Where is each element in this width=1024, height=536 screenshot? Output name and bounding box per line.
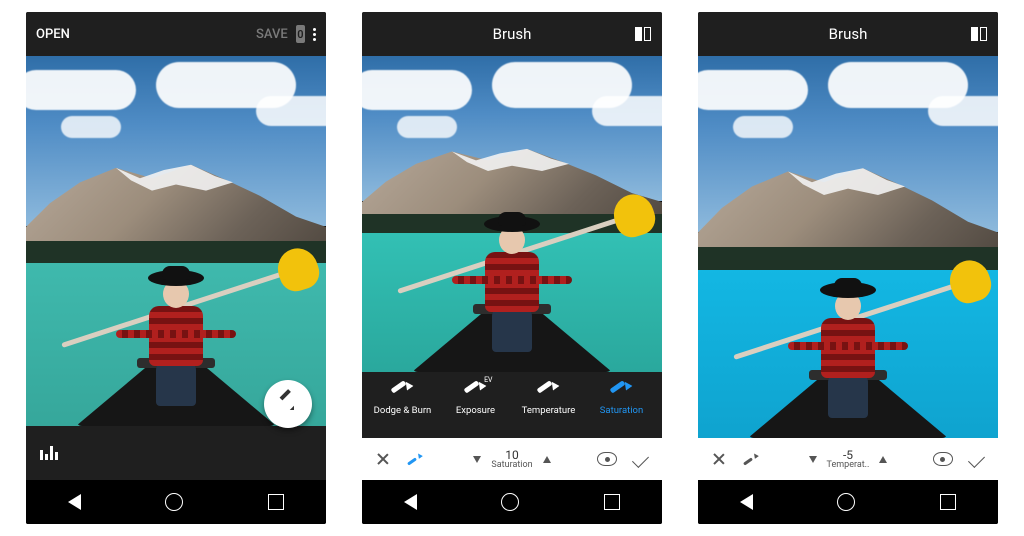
brush-tool-label: Temperature [522,405,576,416]
brush-tool-dodge-burn[interactable]: Dodge & Burn [366,380,439,436]
histogram-icon[interactable] [40,446,58,460]
value-number: 10 [505,449,519,461]
increase-icon[interactable] [879,456,887,463]
brush-tool-label: Dodge & Burn [374,405,432,416]
top-bar: Brush [698,12,998,56]
screen-brush-saturation: Brush Dodge & Burn EV [362,12,662,524]
nav-home-icon[interactable] [165,493,183,511]
nav-home-icon[interactable] [501,493,519,511]
brush-tool-saturation[interactable]: Saturation [585,380,658,436]
top-bar: Brush [362,12,662,56]
screen-brush-temperature: Brush [698,12,998,524]
visibility-icon[interactable] [597,452,617,466]
brush-tool-label: Saturation [600,405,643,416]
android-nav [26,480,326,524]
nav-back-icon[interactable] [68,494,81,510]
apply-icon[interactable] [968,451,985,468]
value-label: Saturation [491,461,532,470]
adjustment-value[interactable]: 10 Saturation [491,449,532,470]
android-nav [698,480,998,524]
pencil-icon [279,395,297,413]
nav-recent-icon[interactable] [940,494,956,510]
nav-recent-icon[interactable] [268,494,284,510]
cancel-icon[interactable] [376,452,390,466]
decrease-icon[interactable] [473,456,481,463]
value-label: Temperat.. [827,461,870,470]
edit-stack-badge[interactable]: 0 [296,25,305,43]
brush-tool-exposure[interactable]: EV Exposure [439,380,512,436]
more-menu-icon[interactable] [313,28,316,41]
brush-tool-label: Exposure [456,405,495,416]
brush-tool-temperature[interactable]: Temperature [512,380,585,436]
brush-tool-row: Dodge & Burn EV Exposure Temperature Sat… [362,372,662,438]
brush-mode-icon[interactable] [742,452,758,466]
control-bar: 10 Saturation [362,438,662,480]
screen-title: Brush [432,25,592,43]
nav-back-icon[interactable] [740,494,753,510]
save-button[interactable]: SAVE [256,27,288,42]
photo-canvas[interactable] [698,56,998,438]
apply-icon[interactable] [632,451,649,468]
open-button[interactable]: OPEN [36,27,70,42]
screen-title: Brush [768,25,928,43]
photo-canvas[interactable] [362,56,662,372]
cancel-icon[interactable] [712,452,726,466]
adjustment-value[interactable]: -5 Temperat.. [827,449,870,470]
compare-icon[interactable] [634,25,652,43]
nav-recent-icon[interactable] [604,494,620,510]
decrease-icon[interactable] [809,456,817,463]
nav-home-icon[interactable] [837,493,855,511]
control-bar: -5 Temperat.. [698,438,998,480]
top-bar: OPEN SAVE 0 [26,12,326,56]
value-number: -5 [843,449,853,461]
compare-icon[interactable] [970,25,988,43]
edit-fab[interactable] [264,380,312,428]
increase-icon[interactable] [543,456,551,463]
bottom-bar [26,426,326,480]
photo-canvas[interactable] [26,56,326,426]
android-nav [362,480,662,524]
visibility-icon[interactable] [933,452,953,466]
nav-back-icon[interactable] [404,494,417,510]
screen-home: OPEN SAVE 0 [26,12,326,524]
brush-mode-icon[interactable] [406,452,422,466]
ev-badge: EV [484,376,492,384]
